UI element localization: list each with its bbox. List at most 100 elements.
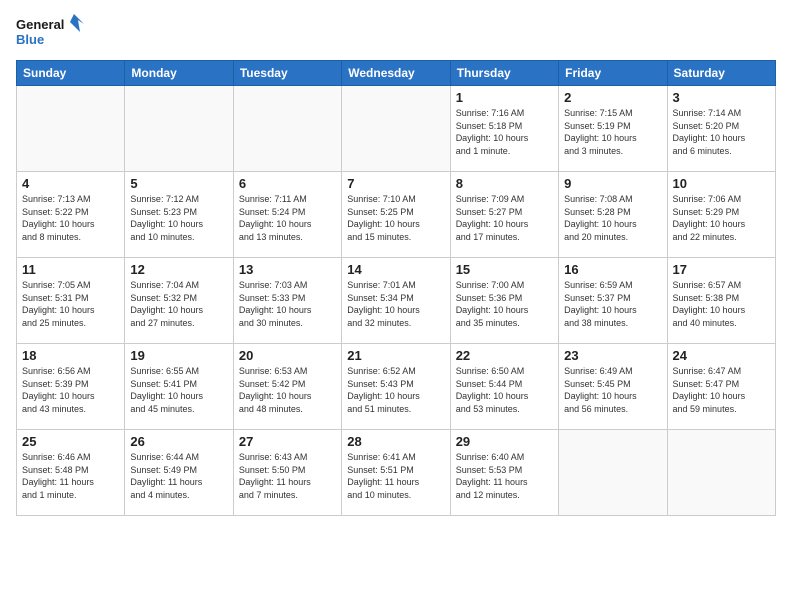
calendar-cell — [17, 86, 125, 172]
day-info: Sunrise: 7:01 AM Sunset: 5:34 PM Dayligh… — [347, 279, 444, 329]
calendar-cell: 29 Sunrise: 6:40 AM Sunset: 5:53 PM Dayli… — [450, 430, 558, 516]
day-info: Sunrise: 6:40 AM Sunset: 5:53 PM Dayligh… — [456, 451, 553, 501]
calendar-cell — [125, 86, 233, 172]
day-info: Sunrise: 6:46 AM Sunset: 5:48 PM Dayligh… — [22, 451, 119, 501]
day-number: 7 — [347, 176, 444, 191]
calendar-header-row: SundayMondayTuesdayWednesdayThursdayFrid… — [17, 61, 776, 86]
day-info: Sunrise: 7:09 AM Sunset: 5:27 PM Dayligh… — [456, 193, 553, 243]
day-number: 15 — [456, 262, 553, 277]
calendar-cell: 3Sunrise: 7:14 AM Sunset: 5:20 PM Daylig… — [667, 86, 775, 172]
day-number: 5 — [130, 176, 227, 191]
day-info: Sunrise: 7:15 AM Sunset: 5:19 PM Dayligh… — [564, 107, 661, 157]
calendar-cell: 27 Sunrise: 6:43 AM Sunset: 5:50 PM Dayli… — [233, 430, 341, 516]
calendar-week-row: 11 Sunrise: 7:05 AM Sunset: 5:31 PM Dayli… — [17, 258, 776, 344]
day-info: Sunrise: 6:57 AM Sunset: 5:38 PM Dayligh… — [673, 279, 770, 329]
calendar-cell: 2 Sunrise: 7:15 AM Sunset: 5:19 PM Daylig… — [559, 86, 667, 172]
calendar-cell: 18 Sunrise: 6:56 AM Sunset: 5:39 PM Dayli… — [17, 344, 125, 430]
calendar-body: 1Sunrise: 7:16 AM Sunset: 5:18 PM Daylig… — [17, 86, 776, 516]
svg-text:Blue: Blue — [16, 32, 44, 47]
day-info: Sunrise: 7:10 AM Sunset: 5:25 PM Dayligh… — [347, 193, 444, 243]
logo-svg: General Blue — [16, 12, 86, 52]
day-number: 18 — [22, 348, 119, 363]
calendar-cell: 14 Sunrise: 7:01 AM Sunset: 5:34 PM Dayli… — [342, 258, 450, 344]
day-number: 10 — [673, 176, 770, 191]
day-number: 9 — [564, 176, 661, 191]
day-info: Sunrise: 6:43 AM Sunset: 5:50 PM Dayligh… — [239, 451, 336, 501]
day-number: 29 — [456, 434, 553, 449]
day-number: 28 — [347, 434, 444, 449]
day-number: 23 — [564, 348, 661, 363]
calendar-cell: 5 Sunrise: 7:12 AM Sunset: 5:23 PM Daylig… — [125, 172, 233, 258]
day-info: Sunrise: 7:13 AM Sunset: 5:22 PM Dayligh… — [22, 193, 119, 243]
day-info: Sunrise: 7:00 AM Sunset: 5:36 PM Dayligh… — [456, 279, 553, 329]
day-info: Sunrise: 7:12 AM Sunset: 5:23 PM Dayligh… — [130, 193, 227, 243]
calendar-header-cell: Monday — [125, 61, 233, 86]
calendar-week-row: 25 Sunrise: 6:46 AM Sunset: 5:48 PM Dayli… — [17, 430, 776, 516]
calendar-header-cell: Wednesday — [342, 61, 450, 86]
day-info: Sunrise: 7:05 AM Sunset: 5:31 PM Dayligh… — [22, 279, 119, 329]
calendar-week-row: 18 Sunrise: 6:56 AM Sunset: 5:39 PM Dayli… — [17, 344, 776, 430]
calendar-cell: 9 Sunrise: 7:08 AM Sunset: 5:28 PM Daylig… — [559, 172, 667, 258]
day-number: 16 — [564, 262, 661, 277]
calendar-table: SundayMondayTuesdayWednesdayThursdayFrid… — [16, 60, 776, 516]
day-number: 2 — [564, 90, 661, 105]
day-info: Sunrise: 7:06 AM Sunset: 5:29 PM Dayligh… — [673, 193, 770, 243]
day-number: 21 — [347, 348, 444, 363]
day-info: Sunrise: 6:55 AM Sunset: 5:41 PM Dayligh… — [130, 365, 227, 415]
calendar-cell: 1Sunrise: 7:16 AM Sunset: 5:18 PM Daylig… — [450, 86, 558, 172]
day-number: 11 — [22, 262, 119, 277]
calendar-cell: 13 Sunrise: 7:03 AM Sunset: 5:33 PM Dayli… — [233, 258, 341, 344]
day-number: 26 — [130, 434, 227, 449]
calendar-cell: 22 Sunrise: 6:50 AM Sunset: 5:44 PM Dayli… — [450, 344, 558, 430]
calendar-cell — [667, 430, 775, 516]
calendar-cell: 20Sunrise: 6:53 AM Sunset: 5:42 PM Dayli… — [233, 344, 341, 430]
day-info: Sunrise: 7:04 AM Sunset: 5:32 PM Dayligh… — [130, 279, 227, 329]
calendar-cell: 16 Sunrise: 6:59 AM Sunset: 5:37 PM Dayli… — [559, 258, 667, 344]
calendar-cell: 11 Sunrise: 7:05 AM Sunset: 5:31 PM Dayli… — [17, 258, 125, 344]
day-number: 19 — [130, 348, 227, 363]
calendar-cell: 15 Sunrise: 7:00 AM Sunset: 5:36 PM Dayli… — [450, 258, 558, 344]
calendar-cell: 4 Sunrise: 7:13 AM Sunset: 5:22 PM Daylig… — [17, 172, 125, 258]
day-info: Sunrise: 6:49 AM Sunset: 5:45 PM Dayligh… — [564, 365, 661, 415]
calendar-cell: 17 Sunrise: 6:57 AM Sunset: 5:38 PM Dayli… — [667, 258, 775, 344]
day-number: 25 — [22, 434, 119, 449]
day-number: 27 — [239, 434, 336, 449]
calendar-header-cell: Friday — [559, 61, 667, 86]
calendar-cell: 24 Sunrise: 6:47 AM Sunset: 5:47 PM Dayli… — [667, 344, 775, 430]
day-info: Sunrise: 7:16 AM Sunset: 5:18 PM Dayligh… — [456, 107, 553, 157]
day-info: Sunrise: 6:56 AM Sunset: 5:39 PM Dayligh… — [22, 365, 119, 415]
calendar-header-cell: Saturday — [667, 61, 775, 86]
calendar-cell: 12Sunrise: 7:04 AM Sunset: 5:32 PM Dayli… — [125, 258, 233, 344]
page-header: General Blue — [16, 12, 776, 52]
calendar-week-row: 4 Sunrise: 7:13 AM Sunset: 5:22 PM Daylig… — [17, 172, 776, 258]
day-number: 22 — [456, 348, 553, 363]
day-info: Sunrise: 6:52 AM Sunset: 5:43 PM Dayligh… — [347, 365, 444, 415]
day-info: Sunrise: 7:11 AM Sunset: 5:24 PM Dayligh… — [239, 193, 336, 243]
day-number: 13 — [239, 262, 336, 277]
day-number: 24 — [673, 348, 770, 363]
calendar-cell: 26 Sunrise: 6:44 AM Sunset: 5:49 PM Dayli… — [125, 430, 233, 516]
day-info: Sunrise: 6:47 AM Sunset: 5:47 PM Dayligh… — [673, 365, 770, 415]
calendar-header-cell: Thursday — [450, 61, 558, 86]
calendar-cell: 23 Sunrise: 6:49 AM Sunset: 5:45 PM Dayli… — [559, 344, 667, 430]
calendar-header-cell: Sunday — [17, 61, 125, 86]
day-info: Sunrise: 6:50 AM Sunset: 5:44 PM Dayligh… — [456, 365, 553, 415]
day-info: Sunrise: 6:59 AM Sunset: 5:37 PM Dayligh… — [564, 279, 661, 329]
calendar-cell — [233, 86, 341, 172]
day-number: 6 — [239, 176, 336, 191]
calendar-cell: 6 Sunrise: 7:11 AM Sunset: 5:24 PM Daylig… — [233, 172, 341, 258]
day-number: 14 — [347, 262, 444, 277]
calendar-cell — [342, 86, 450, 172]
calendar-cell: 25 Sunrise: 6:46 AM Sunset: 5:48 PM Dayli… — [17, 430, 125, 516]
day-info: Sunrise: 6:41 AM Sunset: 5:51 PM Dayligh… — [347, 451, 444, 501]
day-number: 4 — [22, 176, 119, 191]
day-info: Sunrise: 6:44 AM Sunset: 5:49 PM Dayligh… — [130, 451, 227, 501]
day-number: 20 — [239, 348, 336, 363]
calendar-week-row: 1Sunrise: 7:16 AM Sunset: 5:18 PM Daylig… — [17, 86, 776, 172]
day-info: Sunrise: 7:03 AM Sunset: 5:33 PM Dayligh… — [239, 279, 336, 329]
day-info: Sunrise: 7:08 AM Sunset: 5:28 PM Dayligh… — [564, 193, 661, 243]
calendar-cell: 7 Sunrise: 7:10 AM Sunset: 5:25 PM Daylig… — [342, 172, 450, 258]
calendar-cell: 28 Sunrise: 6:41 AM Sunset: 5:51 PM Dayli… — [342, 430, 450, 516]
day-number: 17 — [673, 262, 770, 277]
day-number: 8 — [456, 176, 553, 191]
